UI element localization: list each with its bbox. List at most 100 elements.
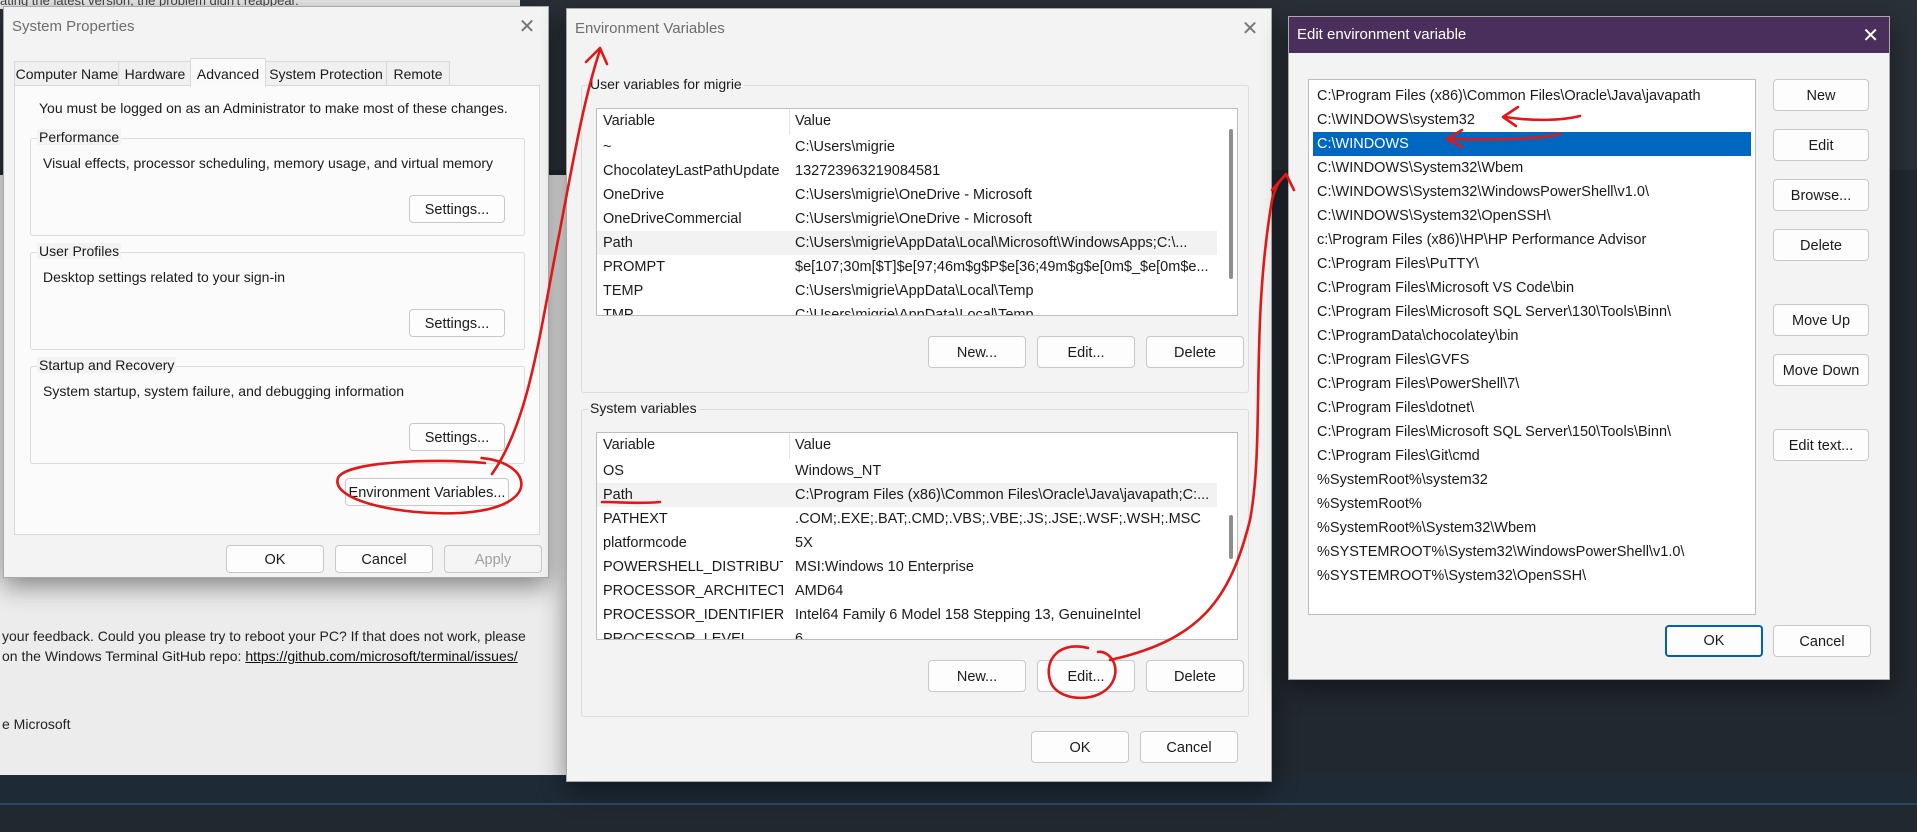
tab-system-protection[interactable]: System Protection bbox=[264, 61, 388, 86]
column-header-value[interactable]: Value bbox=[795, 433, 1215, 457]
user-variables-header: Variable Value bbox=[597, 109, 1217, 133]
system-variables-list[interactable]: Variable Value OS Windows_NT Path C:\Progra… bbox=[596, 432, 1238, 640]
user-new-button[interactable]: New... bbox=[928, 336, 1026, 368]
move-down-button[interactable]: Move Down bbox=[1773, 354, 1869, 386]
list-item[interactable]: %SYSTEMROOT%\System32\WindowsPowerShell\… bbox=[1313, 540, 1751, 564]
close-icon[interactable]: ✕ bbox=[1862, 23, 1879, 48]
tab-remote[interactable]: Remote bbox=[386, 61, 450, 86]
list-item[interactable]: C:\Program Files\Git\cmd bbox=[1313, 444, 1751, 468]
table-row[interactable]: OneDrive C:\Users\migrie\OneDrive - Micro… bbox=[597, 183, 1217, 207]
list-item[interactable]: C:\Program Files (x86)\Common Files\Orac… bbox=[1313, 84, 1751, 108]
edit-dialog-title: Edit environment variable bbox=[1297, 26, 1467, 43]
close-icon[interactable]: ✕ bbox=[514, 15, 540, 39]
variable-value-cell: C:\Users\migrie\OneDrive - Microsoft bbox=[795, 187, 1032, 203]
table-row[interactable]: PATHEXT .COM;.EXE;.BAT;.CMD;.VBS;.VBE;.JS… bbox=[597, 507, 1217, 531]
table-row[interactable]: ChocolateyLastPathUpdate 1327239632190845… bbox=[597, 159, 1217, 183]
performance-settings-button[interactable]: Settings... bbox=[409, 195, 505, 223]
list-item[interactable]: C:\Program Files\Microsoft VS Code\bin bbox=[1313, 276, 1751, 300]
column-header-variable[interactable]: Variable bbox=[603, 109, 783, 133]
variable-value-cell: C:\Users\migrie\OneDrive - Microsoft bbox=[795, 211, 1032, 227]
table-row[interactable]: OneDriveCommercial C:\Users\migrie\OneDri… bbox=[597, 207, 1217, 231]
list-item[interactable]: C:\ProgramData\chocolatey\bin bbox=[1313, 324, 1751, 348]
edit-dialog-ok-button[interactable]: OK bbox=[1665, 625, 1763, 657]
table-row[interactable]: OS Windows_NT bbox=[597, 459, 1217, 483]
variable-name-cell: PROCESSOR_ARCHITECTU... bbox=[603, 583, 783, 599]
table-row[interactable]: PROCESSOR_IDENTIFIER Intel64 Family 6 Mod… bbox=[597, 603, 1217, 627]
list-item[interactable]: %SystemRoot% bbox=[1313, 492, 1751, 516]
system-properties-apply-button[interactable]: Apply bbox=[444, 545, 542, 573]
path-delete-button[interactable]: Delete bbox=[1773, 229, 1869, 261]
table-row[interactable]: PROMPT $e[107;30m[$T]$e[97;46m$g$P$e[36;4… bbox=[597, 255, 1217, 279]
variable-name-cell: PROMPT bbox=[603, 259, 666, 275]
user-variables-list[interactable]: Variable Value ~ C:\Users\migrie Chocolate… bbox=[596, 108, 1238, 316]
table-row[interactable]: Path C:\Program Files (x86)\Common Files\… bbox=[597, 483, 1217, 507]
table-row[interactable]: platformcode 5X bbox=[597, 531, 1217, 555]
column-header-variable[interactable]: Variable bbox=[603, 433, 783, 457]
system-properties-cancel-button[interactable]: Cancel bbox=[335, 545, 433, 573]
system-properties-title: System Properties bbox=[12, 18, 135, 35]
system-edit-button[interactable]: Edit... bbox=[1037, 660, 1135, 692]
user-list-scrollbar[interactable] bbox=[1229, 129, 1233, 279]
user-delete-button[interactable]: Delete bbox=[1146, 336, 1244, 368]
table-row[interactable]: PROCESSOR_ARCHITECTU... AMD64 bbox=[597, 579, 1217, 603]
list-item[interactable]: C:\Program Files\GVFS bbox=[1313, 348, 1751, 372]
user-edit-button[interactable]: Edit... bbox=[1037, 336, 1135, 368]
environment-variables-ok-button[interactable]: OK bbox=[1031, 731, 1129, 763]
list-item[interactable]: %SystemRoot%\System32\Wbem bbox=[1313, 516, 1751, 540]
system-list-scrollbar[interactable] bbox=[1229, 515, 1233, 559]
environment-variables-titlebar[interactable]: Environment Variables ✕ bbox=[567, 9, 1271, 49]
user-profiles-group: User Profiles Desktop settings related t… bbox=[30, 243, 525, 350]
edit-dialog-cancel-button[interactable]: Cancel bbox=[1773, 625, 1871, 657]
system-properties-ok-button[interactable]: OK bbox=[226, 545, 324, 573]
edit-text-button[interactable]: Edit text... bbox=[1773, 429, 1869, 461]
list-item[interactable]: C:\Program Files\Microsoft SQL Server\15… bbox=[1313, 420, 1751, 444]
variable-value-cell: C:\Users\migrie\AppData\Local\Microsoft\… bbox=[795, 235, 1188, 251]
background-bottom-line bbox=[0, 803, 1917, 805]
feedback-line-1: your feedback. Could you please try to r… bbox=[2, 628, 526, 644]
list-item[interactable]: C:\Program Files\PowerShell\7\ bbox=[1313, 372, 1751, 396]
tab-hardware[interactable]: Hardware bbox=[118, 61, 192, 86]
table-row[interactable]: TMP C:\Users\migrie\AppData\Local\Temp bbox=[597, 303, 1217, 316]
feedback-link[interactable]: https://github.com/microsoft/terminal/is… bbox=[245, 648, 517, 664]
path-entries-list[interactable]: C:\Program Files (x86)\Common Files\Orac… bbox=[1308, 79, 1756, 615]
edit-dialog-titlebar[interactable]: Edit environment variable ✕ bbox=[1289, 17, 1889, 53]
table-row[interactable]: PROCESSOR_LEVEL 6 bbox=[597, 627, 1217, 639]
user-profiles-settings-button[interactable]: Settings... bbox=[409, 309, 505, 337]
move-up-button[interactable]: Move Up bbox=[1773, 304, 1869, 336]
environment-variables-button[interactable]: Environment Variables... bbox=[345, 478, 509, 506]
column-header-value[interactable]: Value bbox=[795, 109, 1215, 133]
table-row[interactable]: TEMP C:\Users\migrie\AppData\Local\Temp bbox=[597, 279, 1217, 303]
variable-value-cell: C:\Users\migrie\AppData\Local\Temp bbox=[795, 307, 1034, 316]
startup-settings-button[interactable]: Settings... bbox=[409, 423, 505, 451]
system-delete-button[interactable]: Delete bbox=[1146, 660, 1244, 692]
system-new-button[interactable]: New... bbox=[928, 660, 1026, 692]
tab-computer-name[interactable]: Computer Name bbox=[14, 61, 120, 86]
list-item[interactable]: %SYSTEMROOT%\System32\OpenSSH\ bbox=[1313, 564, 1751, 588]
list-item[interactable]: C:\Program Files\dotnet\ bbox=[1313, 396, 1751, 420]
close-icon[interactable]: ✕ bbox=[1237, 17, 1263, 41]
list-item[interactable]: C:\Program Files\Microsoft SQL Server\13… bbox=[1313, 300, 1751, 324]
variable-value-cell: Intel64 Family 6 Model 158 Stepping 13, … bbox=[795, 607, 1141, 623]
list-item[interactable]: C:\WINDOWS bbox=[1313, 132, 1751, 156]
system-properties-titlebar[interactable]: System Properties ✕ bbox=[4, 7, 548, 47]
list-item[interactable]: C:\Program Files\PuTTY\ bbox=[1313, 252, 1751, 276]
path-new-button[interactable]: New bbox=[1773, 79, 1869, 111]
environment-variables-cancel-button[interactable]: Cancel bbox=[1140, 731, 1238, 763]
variable-value-cell: AMD64 bbox=[795, 583, 844, 599]
path-edit-button[interactable]: Edit bbox=[1773, 129, 1869, 161]
list-item[interactable]: %SystemRoot%\system32 bbox=[1313, 468, 1751, 492]
user-profiles-text: Desktop settings related to your sign-in bbox=[43, 269, 286, 285]
list-item[interactable]: C:\WINDOWS\System32\Wbem bbox=[1313, 156, 1751, 180]
column-separator bbox=[789, 109, 790, 135]
list-item[interactable]: C:\WINDOWS\system32 bbox=[1313, 108, 1751, 132]
list-item[interactable]: c:\Program Files (x86)\HP\HP Performance… bbox=[1313, 228, 1751, 252]
table-row[interactable]: POWERSHELL_DISTRIBUTI... MSI:Windows 10 E… bbox=[597, 555, 1217, 579]
startup-recovery-group: Startup and Recovery System startup, sys… bbox=[30, 357, 525, 464]
path-browse-button[interactable]: Browse... bbox=[1773, 179, 1869, 211]
variable-value-cell: $e[107;30m[$T]$e[97;46m$g$P$e[36;49m$g$e… bbox=[795, 259, 1209, 275]
table-row[interactable]: ~ C:\Users\migrie bbox=[597, 135, 1217, 159]
table-row[interactable]: Path C:\Users\migrie\AppData\Local\Micros… bbox=[597, 231, 1217, 255]
list-item[interactable]: C:\WINDOWS\System32\WindowsPowerShell\v1… bbox=[1313, 180, 1751, 204]
list-item[interactable]: C:\WINDOWS\System32\OpenSSH\ bbox=[1313, 204, 1751, 228]
tab-advanced[interactable]: Advanced bbox=[190, 58, 266, 87]
